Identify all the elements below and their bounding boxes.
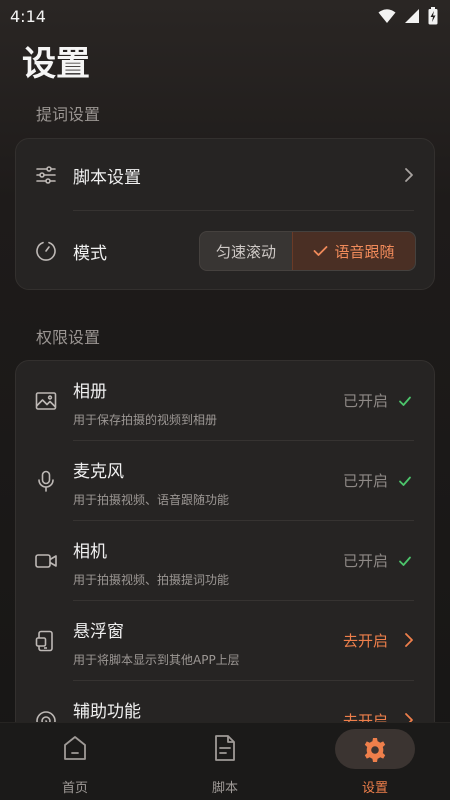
nav-label: 设置 <box>361 781 388 796</box>
home-icon <box>64 736 86 760</box>
chevron-right-icon <box>405 633 413 647</box>
permission-desc: 用于拍摄视频、拍摄提词功能 <box>73 573 230 587</box>
camera-icon <box>35 554 57 568</box>
nav-label: 脚本 <box>211 781 238 796</box>
check-icon <box>399 396 411 406</box>
permission-desc: 用于将脚本显示到其他APP上层 <box>73 653 240 667</box>
gear-icon <box>364 738 386 762</box>
status-time: 4:14 <box>10 6 46 26</box>
permission-status: 已开启 <box>342 552 388 570</box>
mic-icon <box>38 470 54 492</box>
mode-segmented-control: 匀速滚动 语音跟随 <box>199 231 416 271</box>
image-icon <box>35 392 57 410</box>
permission-row-floating-window[interactable]: 悬浮窗 用于将脚本显示到其他APP上层 去开启 <box>16 601 436 681</box>
permission-row-microphone[interactable]: 麦克风 用于拍摄视频、语音跟随功能 已开启 <box>16 441 436 521</box>
nav-item-home[interactable]: 首页 <box>0 723 150 800</box>
status-icons <box>378 7 438 25</box>
permission-title: 悬浮窗 <box>73 622 124 642</box>
permission-title: 麦克风 <box>73 462 124 482</box>
nav-label: 首页 <box>61 781 88 796</box>
bottom-nav: 首页 脚本 设置 <box>0 722 450 800</box>
sliders-icon <box>36 166 56 184</box>
permission-status: 已开启 <box>342 392 388 410</box>
mode-option-voice-follow[interactable]: 语音跟随 <box>292 232 415 270</box>
chevron-right-icon <box>405 168 413 182</box>
script-settings-label: 脚本设置 <box>73 168 141 188</box>
mode-option-constant-scroll[interactable]: 匀速滚动 <box>200 232 292 270</box>
nav-item-script[interactable]: 脚本 <box>150 723 300 800</box>
check-icon <box>399 556 411 566</box>
permission-row-camera[interactable]: 相机 用于拍摄视频、拍摄提词功能 已开启 <box>16 521 436 601</box>
permission-status: 已开启 <box>342 472 388 490</box>
permission-title: 相册 <box>73 382 107 402</box>
check-icon <box>399 476 411 486</box>
floating-window-icon <box>35 630 53 652</box>
check-icon <box>314 246 328 256</box>
document-icon <box>215 735 235 761</box>
gauge-icon <box>36 241 56 261</box>
status-bar: 4:14 <box>0 0 450 32</box>
battery-charging-icon <box>428 7 438 25</box>
prompt-settings-card: 脚本设置 模式 匀速滚动 语音跟随 <box>15 138 435 290</box>
permission-row-album[interactable]: 相册 用于保存拍摄的视频到相册 已开启 <box>16 361 436 441</box>
permission-desc: 用于拍摄视频、语音跟随功能 <box>73 493 230 507</box>
page-title: 设置 <box>22 44 90 84</box>
signal-icon <box>405 9 419 23</box>
permission-status[interactable]: 去开启 <box>343 630 388 651</box>
nav-item-settings[interactable]: 设置 <box>300 723 450 800</box>
section-label-prompt: 提词设置 <box>36 105 101 124</box>
section-label-permissions: 权限设置 <box>36 328 101 347</box>
permission-settings-card: 相册 用于保存拍摄的视频到相册 已开启 麦克风 用于拍摄视频、语音跟随功能 已开… <box>15 360 435 740</box>
permission-desc: 用于保存拍摄的视频到相册 <box>73 413 218 427</box>
permission-title: 辅助功能 <box>73 702 141 722</box>
mode-label: 模式 <box>73 244 107 264</box>
permission-title: 相机 <box>73 542 107 562</box>
script-settings-row[interactable]: 脚本设置 <box>16 139 436 211</box>
wifi-icon <box>378 9 396 23</box>
